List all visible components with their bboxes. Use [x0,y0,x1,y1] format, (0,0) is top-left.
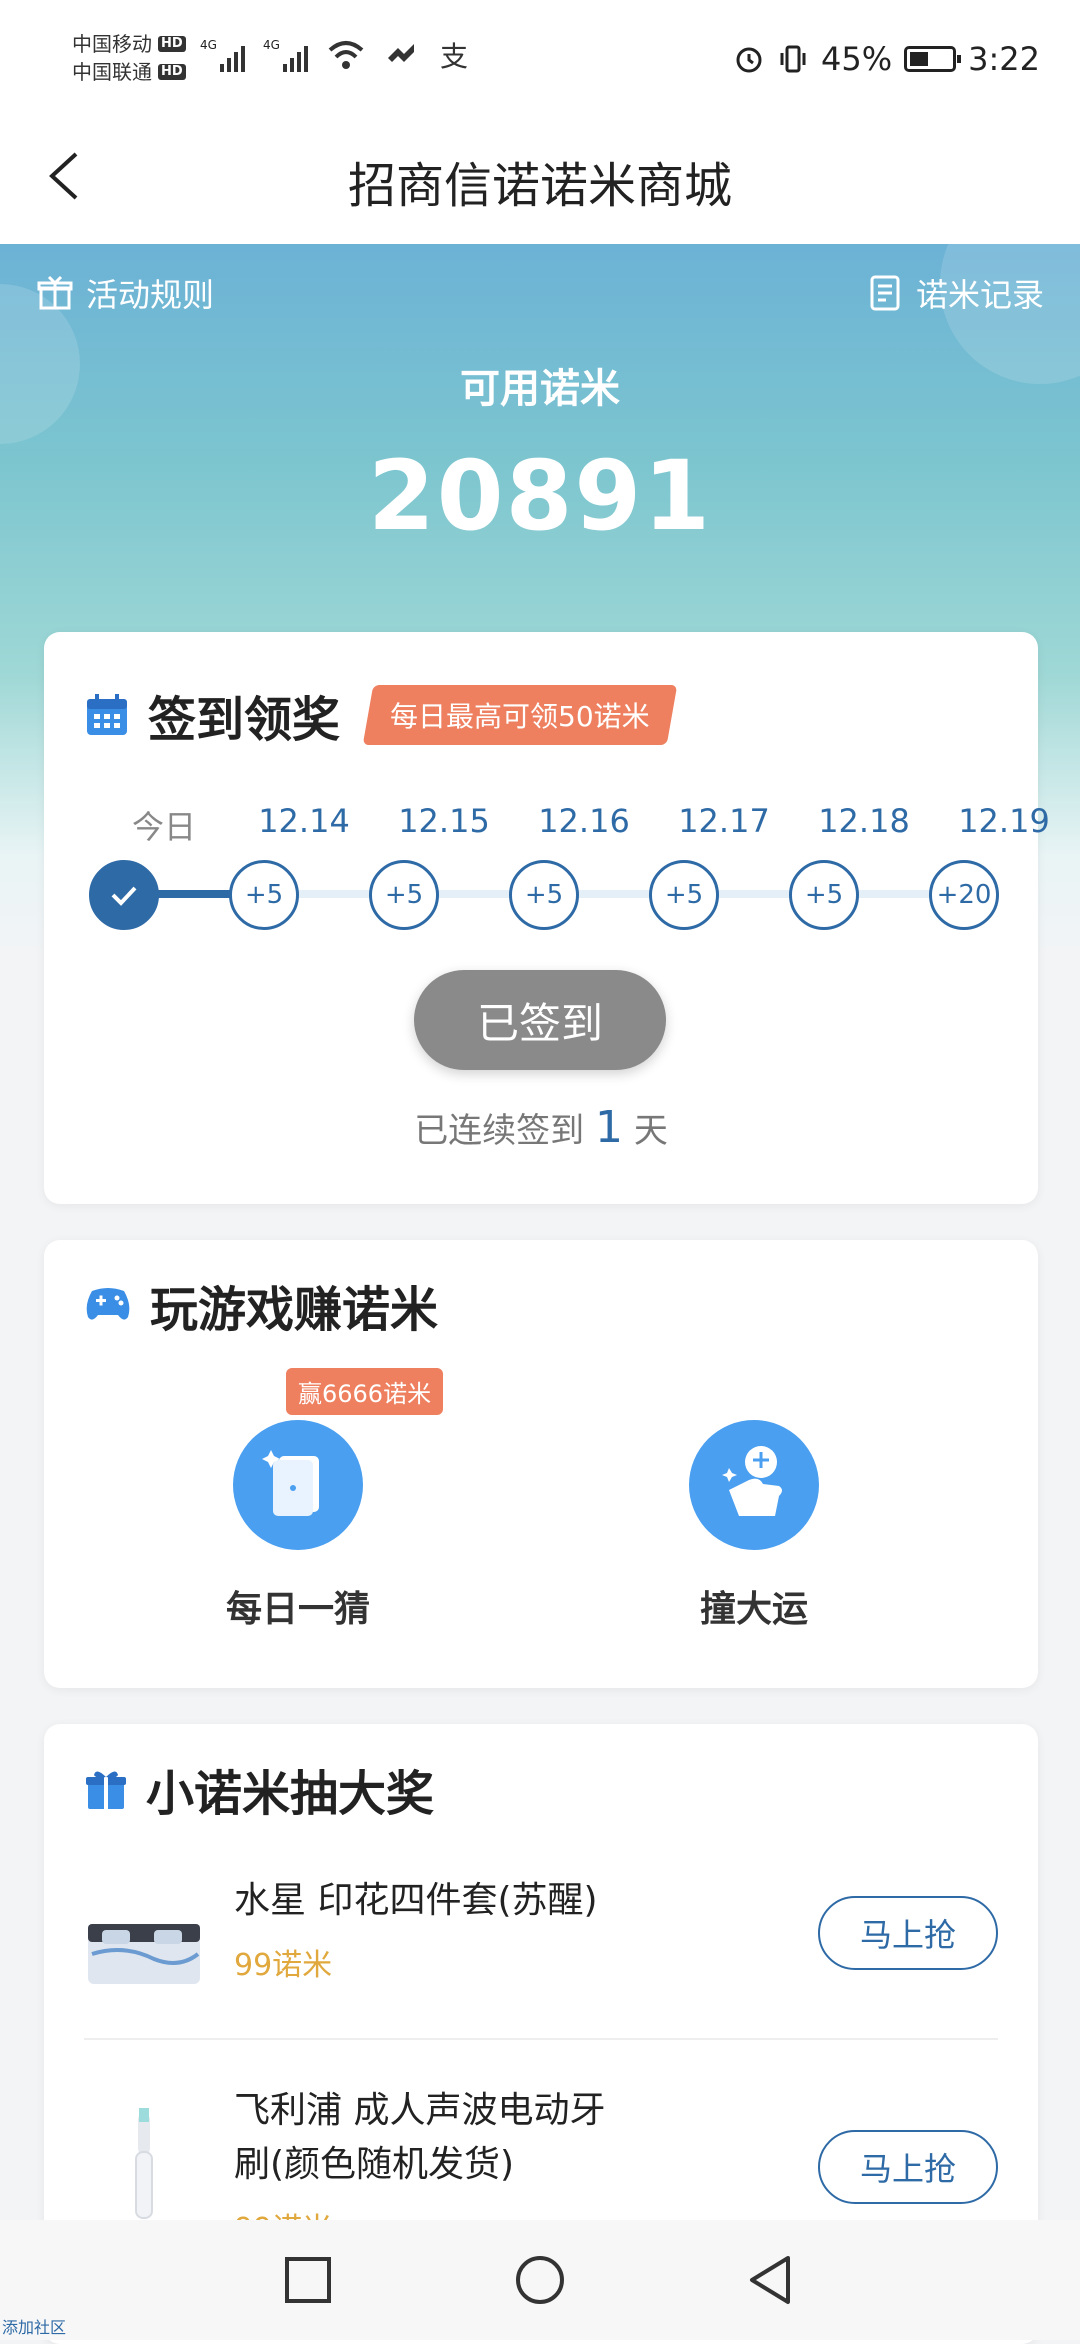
battery-percent: 45% [821,40,893,78]
signal-icon: 4G [263,38,308,72]
day-circle: +5 [789,860,859,930]
prize-item: 水星 印花四件套(苏醒) 99诺米 马上抢 [84,1874,998,2014]
nav-bar: 招商信诺诺米商城 [0,120,1080,244]
checkin-card: 签到领奖 每日最高可领50诺米 今日 12.14 12.15 12.16 12.… [44,632,1050,1204]
day-circle-today [89,860,159,930]
streak-text: 已连续签到 1 天 [44,1102,1038,1153]
game-lucky-draw[interactable]: 撞大运 [624,1420,884,1632]
day-circle: +5 [229,860,299,930]
prize-name: 水星 印花四件套(苏醒) [234,1880,598,1921]
bedding-image [88,1924,200,1984]
checkin-header: 签到领奖 每日最高可领50诺米 [84,680,677,750]
reward-badge: 赢6666诺米 [286,1368,444,1415]
lucky-hand-icon [689,1420,819,1550]
home-icon[interactable] [514,2254,566,2306]
carrier1-label: 中国移动 [72,32,152,56]
day-label: 12.19 [958,802,1050,840]
page-title: 招商信诺诺米商城 [347,158,732,214]
daily-max-tag: 每日最高可领50诺米 [362,685,677,745]
alipay-icon: 支 [440,40,468,72]
streak-suffix: 天 [633,1111,668,1151]
record-list-icon [870,275,900,311]
streak-prefix: 已连续签到 [414,1111,585,1151]
day-label: 12.16 [538,802,630,840]
card-guess-graphic [262,1450,319,1516]
available-nuomi-value: 20891 [368,440,712,552]
daily-max-text: 每日最高可领50诺米 [390,700,650,733]
check-icon [111,886,137,906]
svg-text:支: 支 [440,40,468,72]
recent-apps-icon[interactable] [284,2256,332,2304]
signal-icon: 4G [200,38,245,72]
gift-icon [86,1771,126,1809]
game-name: 撞大运 [699,1589,808,1630]
network-type: 4G [200,38,217,52]
signal-indicators: 4G 4G 支 [200,38,470,72]
day-label: 12.15 [398,802,490,840]
prize-name-line1: 飞利浦 成人声波电动牙 [234,2090,606,2131]
lottery-title: 小诺米抽大奖 [146,1766,435,1822]
signed-in-button[interactable]: 已签到 [414,970,666,1070]
day-circle: +20 [929,860,999,930]
system-nav-bar: 添加社区 [0,2220,1080,2340]
status-right: 45% 3:22 [733,40,1040,78]
game-daily-guess[interactable]: 赢6666诺米 每日一猜 [168,1368,444,1632]
alarm-icon [736,47,762,73]
vibrate-icon [780,45,806,73]
day-circle: +5 [509,860,579,930]
battery-icon [904,46,962,72]
day-circle: +5 [649,860,719,930]
day-label: 12.14 [258,802,350,840]
status-bar: 中国移动 HD 中国联通 HD 4G 4G 支 45% 3:22 [0,0,1080,120]
watermark: 添加社区 [2,2318,67,2337]
game-name: 每日一猜 [225,1589,370,1630]
games-card: 玩游戏赚诺米 赢6666诺米 每日一猜 撞大运 [44,1240,1038,1688]
prize-name-line2: 刷(颜色随机发货) [234,2144,515,2185]
toothbrush-image [135,2108,153,2219]
hd-voice-icon [387,44,414,62]
day-circle: +5 [369,860,439,930]
activity-rules-link[interactable]: 活动规则 [36,270,214,316]
grab-button[interactable]: 马上抢 [818,2130,998,2204]
nuomi-records-label: 诺米记录 [915,276,1044,314]
calendar-icon [87,694,127,735]
carrier-info: 中国移动 HD 中国联通 HD [72,30,186,86]
nuomi-records-link[interactable]: 诺米记录 [866,270,1044,316]
hd-badge: HD [158,36,186,52]
wifi-icon [328,41,364,69]
grab-button[interactable]: 马上抢 [818,1896,998,1970]
day-label: 12.18 [818,802,910,840]
gift-box-icon [37,275,73,310]
gamepad-icon [86,1288,130,1320]
activity-rules-label: 活动规则 [86,276,215,314]
available-nuomi-label: 可用诺米 [460,366,620,412]
checkin-title: 签到领奖 [148,692,341,748]
back-triangle-icon[interactable] [744,2254,796,2306]
games-title: 玩游戏赚诺米 [150,1282,439,1338]
lucky-hand-graphic [722,1446,782,1516]
day-label: 12.17 [678,802,770,840]
network-type: 4G [262,38,280,52]
lottery-header: 小诺米抽大奖 [84,1754,434,1824]
streak-days: 1 [595,1102,623,1153]
prize-price: 99诺米 [234,1948,333,1983]
games-header: 玩游戏赚诺米 [84,1270,438,1340]
clock: 3:22 [968,40,1040,78]
divider [84,2038,998,2040]
card-guess-icon [233,1420,363,1550]
hd-badge: HD [158,64,186,80]
day-label-today: 今日 [131,808,196,846]
carrier2-label: 中国联通 [72,60,152,84]
